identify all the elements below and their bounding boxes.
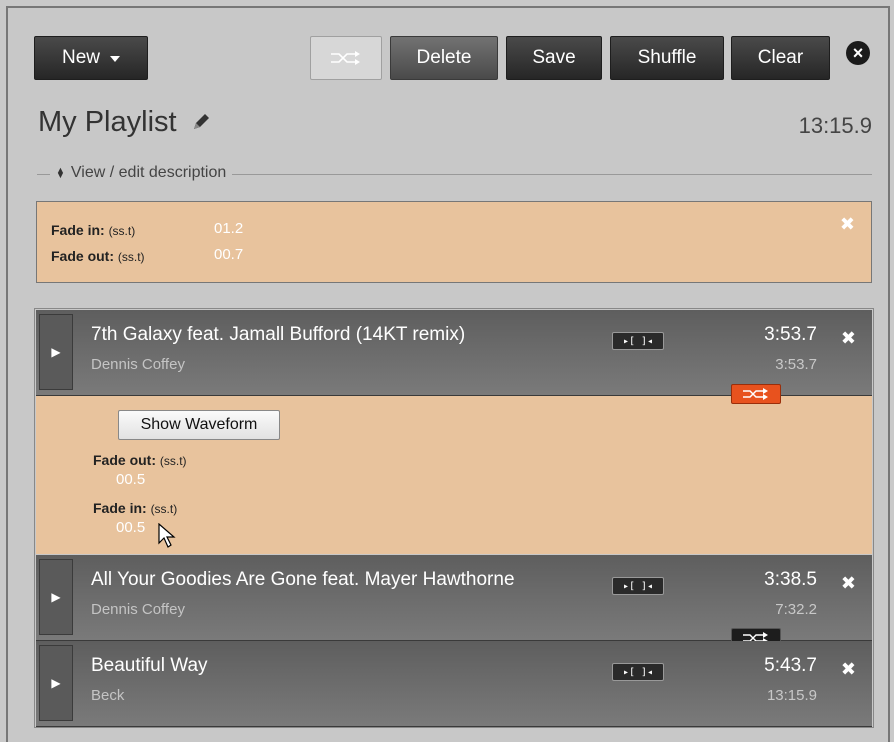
track-fade-out-label: Fade out: (ss.t) (93, 452, 187, 468)
clear-button[interactable]: Clear (731, 36, 830, 80)
trim-icon[interactable]: ▸[ ]◂ (612, 577, 664, 595)
fade-out-unit: (ss.t) (117, 250, 145, 264)
remove-track-icon[interactable]: ✖ (841, 328, 856, 349)
track-fade-out-label-text: Fade out: (93, 452, 156, 468)
shuffle-button-label: Shuffle (637, 47, 697, 68)
clear-button-label: Clear (757, 47, 804, 68)
track-title: 7th Galaxy feat. Jamall Bufford (14KT re… (91, 324, 466, 345)
shuffle-icon[interactable] (731, 384, 781, 404)
close-icon-glyph: × (852, 42, 864, 63)
track-fade-in-label: Fade in: (ss.t) (93, 500, 177, 516)
track-fade-in-unit: (ss.t) (150, 502, 178, 516)
new-button-label: New (61, 47, 100, 68)
remove-track-icon[interactable]: ✖ (841, 573, 856, 594)
save-button[interactable]: Save (506, 36, 602, 80)
track-cumulative-time: 13:15.9 (766, 687, 817, 704)
play-icon[interactable]: ▶ (39, 645, 73, 721)
delete-button[interactable]: Delete (390, 36, 498, 80)
show-waveform-button[interactable]: Show Waveform (118, 410, 280, 440)
track-duration: 5:43.7 (764, 655, 817, 676)
track-fade-in-label-text: Fade in: (93, 500, 147, 516)
description-toggle-label: View / edit description (70, 164, 227, 181)
track-artist: Dennis Coffey (91, 601, 185, 618)
track-duration: 3:38.5 (764, 569, 817, 590)
fade-in-label-text: Fade in: (51, 222, 105, 238)
track-fade-out-unit: (ss.t) (159, 454, 187, 468)
track-artist: Beck (91, 687, 125, 704)
shuffle-icon (331, 51, 360, 65)
fade-out-label-text: Fade out: (51, 248, 114, 264)
trim-icon[interactable]: ▸[ ]◂ (612, 663, 664, 681)
track-fade-in-value[interactable]: 00.5 (116, 519, 145, 536)
fade-out-value[interactable]: 00.7 (214, 246, 243, 263)
description-toggle[interactable]: ▲ ▼ View / edit description (50, 164, 233, 182)
track-row[interactable]: ▶ Beautiful Way Beck ▸[ ]◂ 5:43.7 13:15.… (36, 641, 872, 727)
trim-icon[interactable]: ▸[ ]◂ (612, 332, 664, 350)
page-title: My Playlist (38, 106, 177, 138)
fade-in-value[interactable]: 01.2 (214, 220, 243, 237)
fade-out-label: Fade out: (ss.t) (51, 248, 145, 264)
track-cumulative-time: 3:53.7 (775, 356, 817, 373)
new-button[interactable]: New (34, 36, 148, 80)
track-fade-out-value[interactable]: 00.5 (116, 471, 145, 488)
close-icon[interactable]: × (846, 41, 870, 65)
shuffle-icon-glyph (743, 388, 768, 400)
track-duration: 3:53.7 (764, 324, 817, 345)
track-artist: Dennis Coffey (91, 356, 185, 373)
shuffle-toggle-button[interactable] (310, 36, 382, 80)
track-cumulative-time: 7:32.2 (775, 601, 817, 618)
pencil-icon[interactable] (191, 112, 211, 132)
playlist-fade-settings: Fade in: (ss.t) 01.2 Fade out: (ss.t) 00… (36, 201, 872, 283)
mouse-cursor-icon (158, 523, 176, 548)
sort-icon: ▲ ▼ (56, 165, 65, 180)
track-title: Beautiful Way (91, 655, 208, 676)
delete-button-label: Delete (416, 47, 472, 68)
track-title: All Your Goodies Are Gone feat. Mayer Ha… (91, 569, 515, 590)
play-icon[interactable]: ▶ (39, 559, 73, 635)
save-button-label: Save (532, 47, 576, 68)
remove-track-icon[interactable]: ✖ (841, 659, 856, 680)
fade-in-unit: (ss.t) (108, 224, 136, 238)
total-duration: 13:15.9 (798, 113, 872, 138)
chevron-down-icon (110, 56, 120, 62)
close-icon[interactable]: ✖ (840, 214, 855, 235)
shuffle-button[interactable]: Shuffle (610, 36, 724, 80)
play-icon[interactable]: ▶ (39, 314, 73, 390)
fade-in-label: Fade in: (ss.t) (51, 222, 135, 238)
